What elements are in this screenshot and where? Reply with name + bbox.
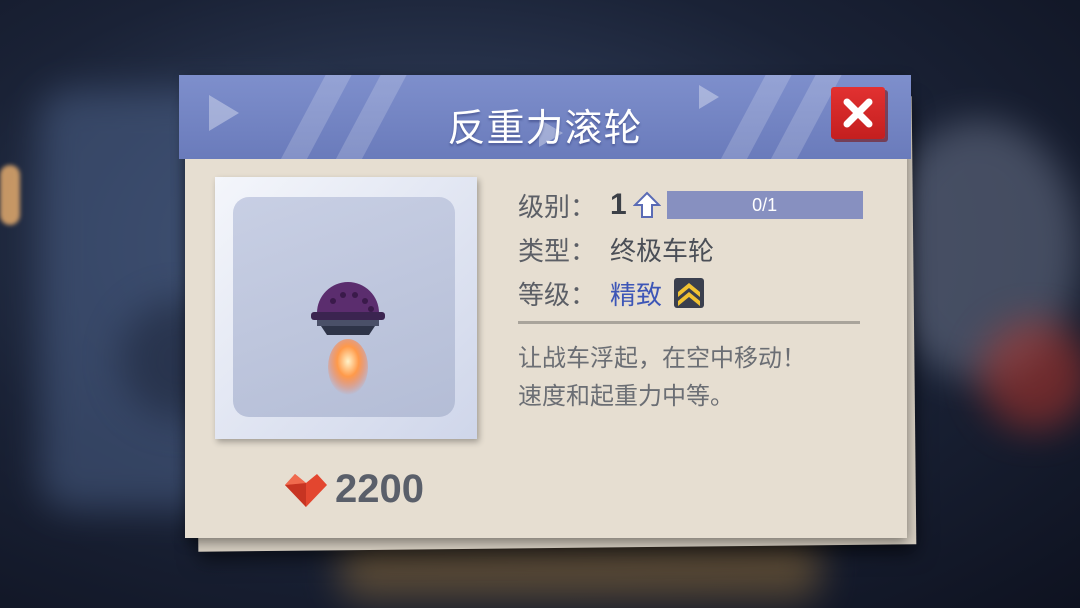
type-label: 类型： <box>518 236 597 267</box>
price-display: 2200 <box>283 467 424 512</box>
divider <box>518 321 860 324</box>
level-progress-bar: 0/1 <box>666 191 863 219</box>
level-value: 1 <box>610 188 627 221</box>
heart-gem-icon <box>285 473 327 507</box>
description-line: 速度和起重力中等。 <box>518 382 734 410</box>
item-description: 让战车浮起，在空中移动！ 速度和起重力中等。 <box>518 339 863 415</box>
upgrade-arrow-icon <box>632 191 661 218</box>
chevron-rank-icon <box>674 278 705 308</box>
close-button[interactable] <box>831 87 885 139</box>
level-label: 级别： <box>518 192 597 223</box>
grade-row: 等级： 精致 <box>518 271 863 315</box>
type-row: 类型： 终极车轮 <box>518 227 863 271</box>
grade-label: 等级： <box>518 280 597 311</box>
background-blur <box>0 165 20 225</box>
background-blur <box>980 320 1080 430</box>
price-value: 2200 <box>335 467 424 511</box>
anti-gravity-wheel-icon <box>311 282 385 395</box>
item-icon-frame <box>233 197 455 417</box>
close-icon <box>843 98 873 128</box>
dialog-title: 反重力滚轮 <box>447 106 643 150</box>
grade-value: 精致 <box>610 280 663 311</box>
type-value: 终极车轮 <box>610 236 715 267</box>
item-card <box>215 177 477 439</box>
level-progress-text: 0/1 <box>752 195 778 215</box>
title-bar: 反重力滚轮 <box>179 75 911 159</box>
item-info-dialog: 反重力滚轮 2200 级别： 1 0/1 类型： 终极车轮 等级： 精致 让战车… <box>179 75 911 538</box>
level-row: 级别： 1 0/1 <box>518 183 863 227</box>
description-line: 让战车浮起，在空中移动！ <box>518 344 806 372</box>
item-stats: 级别： 1 0/1 类型： 终极车轮 等级： 精致 让战车浮起，在空中移动！ 速… <box>518 183 863 410</box>
